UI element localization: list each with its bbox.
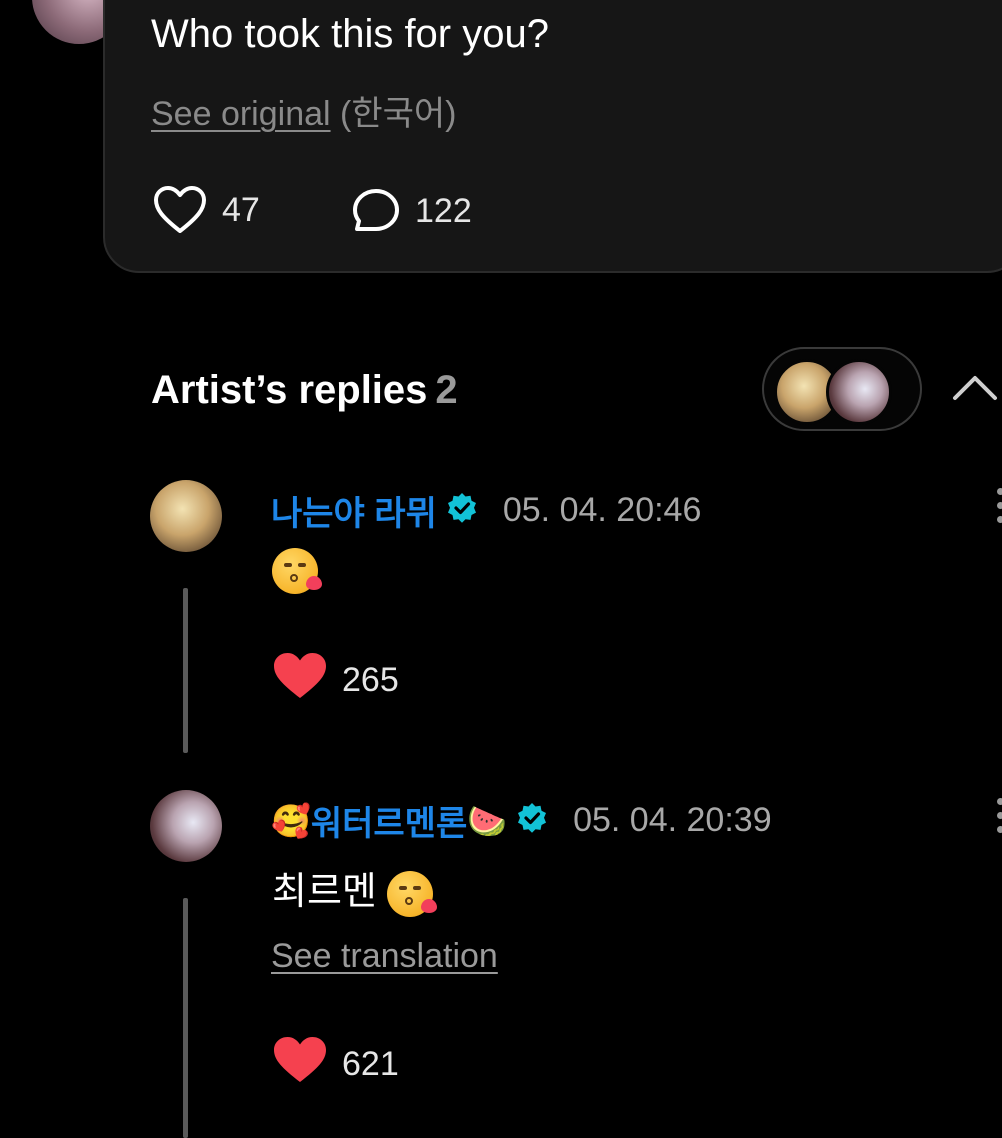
post-comment-count: 122 [415,191,472,230]
reply-2-author-name[interactable]: 워터르멘론 [311,796,467,845]
artist-replies-label: Artist’s replies [151,368,428,412]
see-original-row: See original (한국어) [151,86,457,135]
smiling-face-with-hearts-emoji: 🥰 [271,801,311,840]
artist-replies-title: Artist’s replies 2 [151,368,458,413]
chevron-up-icon[interactable] [952,372,998,407]
reply-1-header: 나는야 라뮈 05. 04. 20:46 [271,486,701,535]
reply-1-author-name[interactable]: 나는야 라뮈 [271,486,437,535]
reply-1-body: 😘 [272,548,322,594]
artist-avatar-2 [826,359,892,425]
reply-2-thread-line [183,898,188,1138]
post-like-button[interactable]: 47 [152,185,260,235]
artist-avatars-pill[interactable] [762,347,922,431]
verified-badge-icon [515,801,549,840]
reply-1-thread-line [183,588,188,753]
post-comment-button[interactable]: 122 [351,187,472,235]
reply-2-body: 최르멘 😘 [272,860,438,917]
reply-1-timestamp: 05. 04. 20:46 [502,491,702,529]
reply-1-like-button[interactable]: 265 [272,651,399,710]
heart-filled-icon [272,1035,328,1094]
original-language-label: (한국어) [340,95,457,133]
reply-2-like-count: 621 [342,1045,399,1083]
kissing-face-emoji [387,870,438,917]
heart-outline-icon [152,185,208,235]
reply-2-timestamp: 05. 04. 20:39 [573,801,772,839]
reply-1-avatar[interactable] [150,480,222,552]
reply-2-avatar[interactable] [150,790,222,862]
see-original-link[interactable]: See original [151,95,331,133]
see-translation-link[interactable]: See translation [271,937,498,975]
reply-1-like-count: 265 [342,661,399,699]
reply-2-header: 🥰 워터르멘론 🍉 05. 04. 20:39 [271,796,772,845]
verified-badge-icon [445,491,479,530]
post-like-count: 47 [222,190,260,229]
watermelon-emoji: 🍉 [467,801,508,840]
reply-1-more-vertical-icon[interactable] [995,488,1002,523]
artist-replies-count: 2 [435,368,458,412]
heart-filled-icon [272,651,328,710]
post-text: Who took this for you? [151,12,549,56]
reply-2-body-text: 최르멘 [272,871,377,913]
reply-2-like-button[interactable]: 621 [272,1035,399,1094]
kissing-face-emoji [272,548,322,594]
reply-2-see-translation[interactable]: See translation [271,937,498,976]
comment-bubble-icon [351,187,401,235]
reply-2-more-vertical-icon[interactable] [995,798,1002,833]
